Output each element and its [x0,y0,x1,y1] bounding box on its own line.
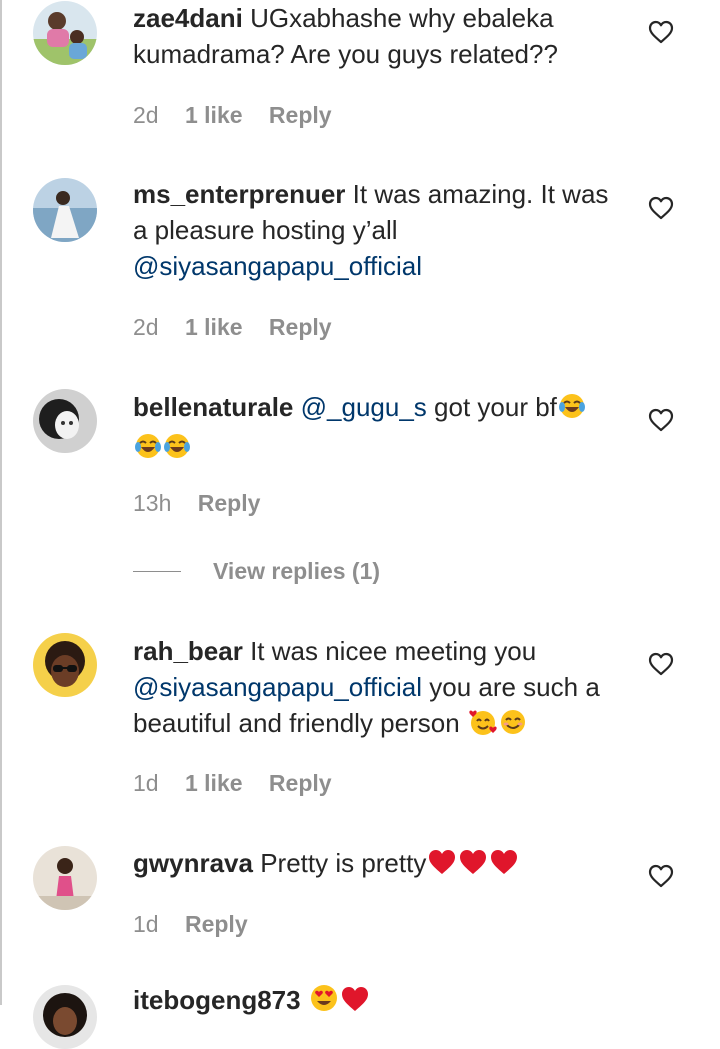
like-heart-icon[interactable] [648,196,674,220]
comment-time: 1d [133,911,159,937]
comment-username[interactable]: zae4dani [133,3,243,33]
comment-meta: 1d Reply [133,909,268,939]
view-replies-label[interactable]: View replies (1) [213,555,380,587]
reply-button[interactable]: Reply [269,102,332,128]
comment-time: 13h [133,490,172,516]
comment-likes[interactable]: 1 like [185,314,243,340]
comment-username[interactable]: gwynrava [133,848,253,878]
like-heart-icon[interactable] [648,408,674,432]
comment-time: 1d [133,770,159,796]
avatar[interactable] [33,985,97,1049]
comment-text: zae4dani UGxabhashe why ebaleka kumadram… [133,0,623,72]
comment-body: Pretty is pretty [260,848,427,878]
comment-text: ms_enterprenuer It was amazing. It was a… [133,176,623,284]
comment-time: 2d [133,102,159,128]
like-heart-icon[interactable] [648,864,674,888]
view-replies-divider [133,571,181,572]
smiling-face-with-smiling-eyes-icon [499,708,527,745]
avatar[interactable] [33,633,97,697]
smiling-face-with-hearts-icon [468,708,498,745]
face-with-tears-of-joy-icon [134,432,162,469]
comment-meta: 1d 1 like Reply [133,768,352,798]
reply-button[interactable]: Reply [269,770,332,796]
avatar[interactable] [33,178,97,242]
comment-username[interactable]: itebogeng873 [133,985,301,1015]
reply-button[interactable]: Reply [185,911,248,937]
comment-text: bellenaturale @_gugu_s got your bf [133,389,623,469]
red-heart-icon [427,848,457,885]
comment-text: rah_bear It was nicee meeting you @siyas… [133,633,623,745]
face-with-tears-of-joy-icon [163,432,191,469]
avatar[interactable] [33,1,97,65]
comment-likes[interactable]: 1 like [185,102,243,128]
avatar[interactable] [33,846,97,910]
mention-link[interactable]: @_gugu_s [301,392,427,422]
comment-meta: 13h Reply [133,488,280,518]
red-heart-icon [489,848,519,885]
comment-meta: 2d 1 like Reply [133,312,352,342]
red-heart-icon [458,848,488,885]
avatar[interactable] [33,389,97,453]
red-heart-icon [340,985,370,1022]
smiling-face-with-heart-eyes-icon [309,983,339,1022]
comment-text: gwynrava Pretty is pretty [133,845,623,885]
mention-link[interactable]: @siyasangapapu_official [133,251,422,281]
comment-text: itebogeng873 [133,982,623,1022]
comment-meta: 2d 1 like Reply [133,100,352,130]
reply-button[interactable]: Reply [198,490,261,516]
left-border [0,0,2,1005]
comment-time: 2d [133,314,159,340]
like-heart-icon[interactable] [648,20,674,44]
face-with-tears-of-joy-icon [558,392,586,429]
mention-link[interactable]: @siyasangapapu_official [133,672,422,702]
comment-body: got your bf [434,392,557,422]
like-heart-icon[interactable] [648,652,674,676]
comment-username[interactable]: rah_bear [133,636,243,666]
reply-button[interactable]: Reply [269,314,332,340]
comment-body: It was nicee meeting you [250,636,537,666]
comment-likes[interactable]: 1 like [185,770,243,796]
comment-username[interactable]: bellenaturale [133,392,293,422]
comment-username[interactable]: ms_enterprenuer [133,179,345,209]
